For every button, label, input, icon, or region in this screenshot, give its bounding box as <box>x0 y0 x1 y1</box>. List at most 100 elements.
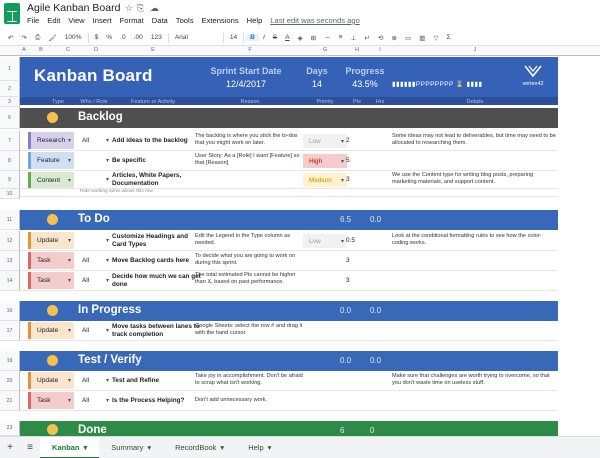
functions-icon[interactable]: Σ <box>443 34 455 41</box>
column-header-d[interactable]: D <box>82 47 110 53</box>
column-header-f[interactable]: F <box>196 47 304 53</box>
menu-edit[interactable]: Edit <box>47 16 60 28</box>
font-size-select[interactable]: 14 <box>226 34 241 41</box>
who-cell[interactable]: All <box>82 137 89 144</box>
priority-dropdown[interactable]: Low <box>303 134 347 148</box>
chevron-down-icon[interactable]: ▾ <box>106 157 109 164</box>
row-number[interactable]: 7 <box>0 131 20 151</box>
type-dropdown[interactable]: Task <box>28 272 74 289</box>
column-header-i[interactable]: I <box>368 47 392 53</box>
points-cell[interactable]: 3 <box>346 277 350 284</box>
feature-cell[interactable]: Move tasks between lanes to track comple… <box>112 323 202 339</box>
row-number[interactable]: 8 <box>0 151 20 171</box>
details-cell[interactable]: Make sure that challenges are worth tryi… <box>392 373 558 387</box>
table-row[interactable]: Feature ▾ Be specific User Story: As a [… <box>20 151 558 171</box>
chevron-down-icon[interactable]: ▾ <box>106 327 109 334</box>
row-number[interactable]: 21 <box>0 391 20 411</box>
details-cell[interactable]: Look at the conditional formatting rules… <box>392 233 558 247</box>
column-header-b[interactable]: B <box>28 47 54 53</box>
reason-cell[interactable]: The total estimated Pts cannot be higher… <box>195 272 307 286</box>
text-color-button[interactable]: A <box>281 34 293 41</box>
merge-cells-icon[interactable]: ⇔ <box>320 34 335 41</box>
chevron-down-icon[interactable]: ▾ <box>106 377 109 384</box>
feature-cell[interactable]: Be specific <box>112 157 202 165</box>
row-number[interactable]: 20 <box>0 371 20 391</box>
points-cell[interactable]: 3 <box>346 257 350 264</box>
type-dropdown[interactable]: Task <box>28 392 74 409</box>
days-value[interactable]: 14 <box>302 79 332 89</box>
feature-cell[interactable]: Test and Refine <box>112 377 202 385</box>
menu-insert[interactable]: Insert <box>93 16 112 28</box>
wrap-text-icon[interactable]: ↵ <box>360 34 374 42</box>
row-number[interactable]: 6 <box>0 107 20 129</box>
chevron-down-icon[interactable]: ▾ <box>106 277 109 284</box>
reason-cell[interactable]: To decide what you are going to work on … <box>195 253 307 267</box>
align-left-icon[interactable]: ≡ <box>335 34 347 41</box>
type-dropdown[interactable]: Task <box>28 252 74 269</box>
type-dropdown[interactable]: Update <box>28 372 74 389</box>
type-dropdown[interactable]: Research <box>28 132 74 149</box>
details-cell[interactable]: We use the Content type for writing blog… <box>392 172 558 186</box>
menu-view[interactable]: View <box>68 16 84 28</box>
increase-decimal-button[interactable]: .00 <box>130 34 147 41</box>
row-number[interactable]: 2 <box>0 81 20 97</box>
menu-help[interactable]: Help <box>247 16 263 28</box>
who-cell[interactable]: All <box>82 397 89 404</box>
paint-format-icon[interactable]: 🖌 <box>44 34 60 42</box>
tab-summary[interactable]: Summary ▾ <box>99 437 163 458</box>
sheets-logo-icon[interactable] <box>4 3 20 24</box>
move-folder-icon[interactable]: ⎘ <box>137 3 144 14</box>
undo-icon[interactable]: ↶ <box>4 34 18 42</box>
print-icon[interactable]: ⎙ <box>31 34 44 42</box>
column-header-e[interactable]: E <box>110 47 196 53</box>
priority-dropdown[interactable]: Low <box>303 234 347 248</box>
column-header-a[interactable]: A <box>20 47 28 53</box>
who-cell[interactable]: All <box>82 277 89 284</box>
who-cell[interactable]: All <box>82 327 89 334</box>
type-dropdown[interactable]: Update <box>28 322 74 339</box>
filter-icon[interactable]: ▽ <box>429 34 442 42</box>
chevron-down-icon[interactable]: ▾ <box>220 443 224 452</box>
rotate-text-icon[interactable]: ⟲ <box>374 34 388 42</box>
points-cell[interactable]: 0.5 <box>346 237 355 244</box>
feature-cell[interactable]: Move Backlog cards here <box>112 257 202 265</box>
row-number[interactable]: 16 <box>0 301 20 321</box>
feature-cell[interactable]: Decide how much we can get done <box>112 273 202 289</box>
type-dropdown[interactable]: Content <box>28 172 74 188</box>
row-number[interactable]: 19 <box>0 351 20 371</box>
menu-file[interactable]: File <box>27 16 39 28</box>
column-header-h[interactable]: H <box>346 47 368 53</box>
type-dropdown[interactable]: Feature <box>28 152 74 169</box>
fill-color-icon[interactable]: ◈ <box>294 34 307 42</box>
row-number[interactable]: 11 <box>0 210 20 230</box>
chevron-down-icon[interactable]: ▾ <box>106 257 109 264</box>
row-number[interactable]: 17 <box>0 321 20 341</box>
bold-button[interactable]: B <box>246 34 259 41</box>
table-row[interactable]: Content ▾ Articles, White Papers, Docume… <box>20 171 558 189</box>
table-row[interactable]: Research All ▾ Add ideas to the backlog … <box>20 131 558 151</box>
feature-cell[interactable]: Customize Headings and Card Types <box>112 233 202 249</box>
who-cell[interactable]: All <box>82 377 89 384</box>
row-number[interactable]: 12 <box>0 231 20 251</box>
zoom-select[interactable]: 100% <box>61 34 86 41</box>
chevron-down-icon[interactable]: ▾ <box>106 397 109 404</box>
reason-cell[interactable]: Google Sheets: select the row # and drag… <box>195 323 307 337</box>
column-header-j[interactable]: J <box>392 47 558 53</box>
priority-dropdown[interactable]: High <box>303 154 347 168</box>
reason-cell[interactable]: Don't add unnecessary work. <box>195 397 307 404</box>
valign-icon[interactable]: ⊥ <box>347 34 361 42</box>
chevron-down-icon[interactable]: ▾ <box>84 443 88 452</box>
italic-button[interactable]: I <box>259 34 269 41</box>
chevron-down-icon[interactable]: ▾ <box>147 443 151 452</box>
table-row[interactable]: Update All ▾ Test and Refine Take joy in… <box>20 371 558 391</box>
chevron-down-icon[interactable]: ▾ <box>106 137 109 144</box>
row-number[interactable]: 3 <box>0 97 20 107</box>
who-cell[interactable]: All <box>82 257 89 264</box>
menu-format[interactable]: Format <box>120 16 144 28</box>
reason-cell[interactable]: Edit the Legend in the Type column as ne… <box>195 233 307 247</box>
more-formats-button[interactable]: 123 <box>147 34 166 41</box>
link-icon[interactable]: ⊕ <box>387 34 401 42</box>
points-cell[interactable]: 3 <box>346 176 350 183</box>
table-row[interactable]: Update All ▾ Move tasks between lanes to… <box>20 321 558 341</box>
table-row[interactable]: Update ▾ Customize Headings and Card Typ… <box>20 231 558 251</box>
